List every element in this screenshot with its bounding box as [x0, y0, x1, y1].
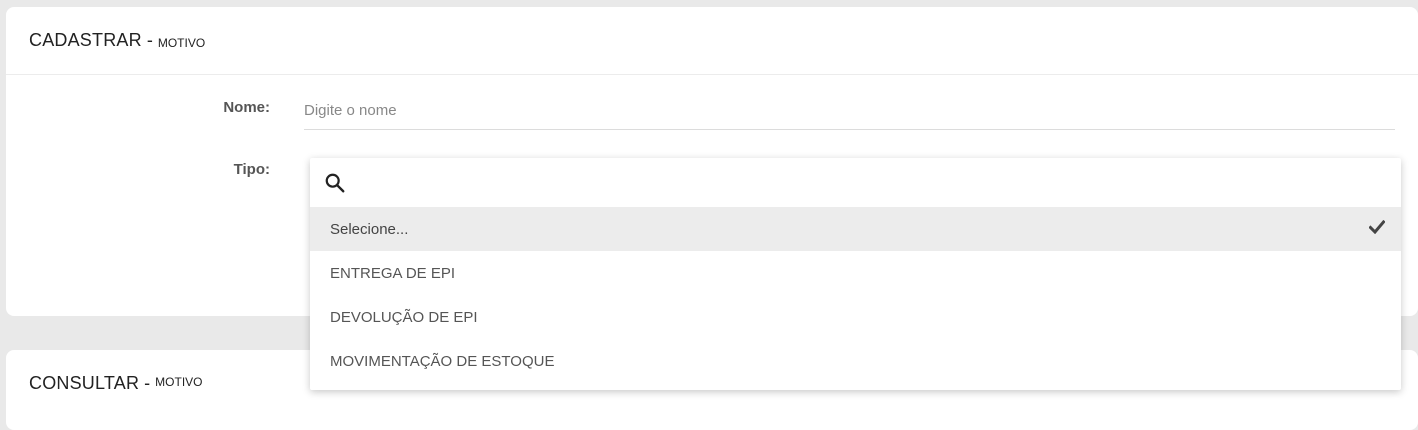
dropdown-option-label: Selecione... [330, 220, 409, 238]
register-subtitle: MOTIVO [157, 35, 206, 50]
dropdown-option[interactable]: ENTREGA DE EPI [310, 251, 1401, 295]
consult-title: CONSULTAR [29, 373, 140, 393]
consult-title-separator: - [144, 373, 151, 393]
dropdown-search-input[interactable] [356, 162, 1401, 203]
check-icon [1368, 219, 1386, 238]
dropdown-option-label: ENTREGA DE EPI [330, 264, 456, 282]
name-label: Nome: [223, 99, 270, 116]
type-dropdown: Selecione... ENTREGA DE EPI DEVOLUÇÃO DE E… [310, 158, 1401, 390]
dropdown-option[interactable]: DEVOLUÇÃO DE EPI [310, 295, 1401, 339]
register-card-header: CADASTRAR - MOTIVO [6, 7, 1418, 75]
register-title: CADASTRAR [29, 30, 142, 50]
register-title-separator: - [146, 30, 153, 50]
dropdown-option[interactable]: Selecione... [310, 207, 1401, 251]
dropdown-options: Selecione... ENTREGA DE EPI DEVOLUÇÃO DE E… [310, 207, 1401, 383]
type-label: Tipo: [233, 161, 270, 178]
dropdown-search-bar [310, 158, 1401, 207]
name-input[interactable] [304, 92, 1395, 130]
consult-subtitle: MOTIVO [155, 375, 203, 389]
dropdown-option[interactable]: MOVIMENTAÇÃO DE ESTOQUE [310, 339, 1401, 383]
dropdown-option-label: DEVOLUÇÃO DE EPI [330, 308, 478, 326]
search-icon [324, 172, 346, 194]
dropdown-option-label: MOVIMENTAÇÃO DE ESTOQUE [330, 352, 555, 370]
